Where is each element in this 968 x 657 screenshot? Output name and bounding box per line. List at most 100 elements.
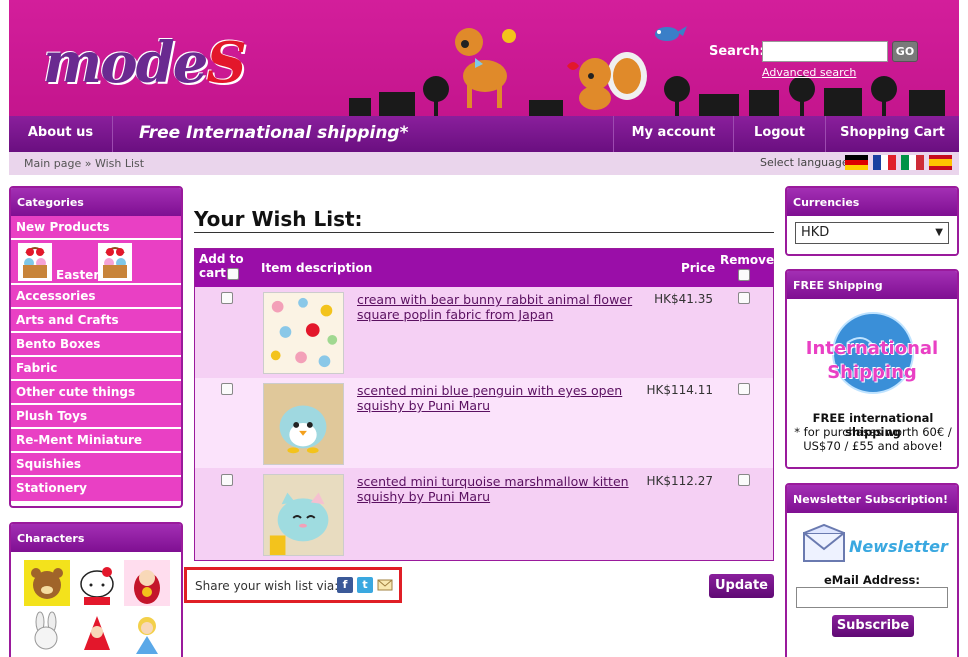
wishlist-row: scented mini blue penguin with eyes open… [195,378,773,468]
subscribe-button[interactable]: Subscribe [832,615,914,637]
hello-kitty-character-icon[interactable] [74,560,120,606]
email-icon[interactable] [377,577,393,593]
site-logo[interactable]: modeS [43,30,247,96]
bunny-character-icon[interactable] [24,610,70,656]
nav-free-shipping-promo[interactable]: Free International shipping* [139,116,408,151]
item-price: HK$114.11 [646,383,713,397]
col-add-to-cart: Add to cart [199,252,244,280]
currency-select[interactable]: HKD ▼ [795,222,949,244]
update-button[interactable]: Update [709,574,774,598]
product-thumbnail[interactable] [263,474,344,556]
house-silhouette [529,100,563,116]
category-squishies[interactable]: Squishies [11,453,181,477]
col-remove: Remove [720,253,775,267]
characters-title: Characters [11,524,181,552]
page: modeS Search: GO Advanced search About u… [0,0,968,657]
house-silhouette [699,94,739,116]
advanced-search-link[interactable]: Advanced search [762,66,856,79]
main-nav: About us Free International shipping* My… [9,116,959,152]
easter-basket-icon [98,243,132,281]
house-silhouette [909,90,945,116]
wishlist-table-header: Add to cart Item description Price Remov… [195,249,775,287]
col-price: Price [681,261,716,275]
alice-character-icon[interactable] [124,610,170,656]
category-stationery[interactable]: Stationery [11,477,181,501]
tree-silhouette [664,76,690,116]
title-divider [194,232,774,233]
search-input[interactable] [762,41,888,62]
nav-logout[interactable]: Logout [733,116,825,152]
matryoshka-character-icon[interactable] [124,560,170,606]
house-silhouette [824,88,862,116]
item-link[interactable]: scented mini turquoise marshmallow kitte… [357,474,637,504]
category-other-cute-things[interactable]: Other cute things [11,381,181,405]
category-plush-toys[interactable]: Plush Toys [11,405,181,429]
breadcrumb[interactable]: Main page » Wish List [24,157,144,170]
categories-box: Categories New Products Easter Accessori… [9,186,183,508]
currencies-title: Currencies [787,188,957,216]
category-re-ment-miniature[interactable]: Re-Ment Miniature [11,429,181,453]
col-item-description: Item description [261,261,373,275]
currency-selected-value: HKD [801,225,830,240]
fr-flag-icon[interactable] [873,155,896,170]
house-silhouette [749,90,779,116]
remove-checkbox[interactable] [738,292,750,304]
it-flag-icon[interactable] [901,155,924,170]
breadcrumb-bar: Main page » Wish List Select language: [9,152,959,175]
wishlist-table: Add to cart Item description Price Remov… [194,248,774,561]
rilakkuma-character-icon[interactable] [24,560,70,606]
house-silhouette [379,92,415,116]
item-link[interactable]: cream with bear bunny rabbit animal flow… [357,292,637,322]
banner-line-1: International [805,338,939,359]
category-arts-and-crafts[interactable]: Arts and Crafts [11,309,181,333]
add-to-cart-checkbox[interactable] [221,383,233,395]
item-price: HK$41.35 [654,292,713,306]
category-easter[interactable]: Easter [11,240,181,285]
wishlist-title: Your Wish List: [194,207,363,231]
category-easter-label: Easter [56,268,100,282]
envelope-icon [803,523,845,562]
category-new-products[interactable]: New Products [11,216,181,240]
categories-title: Categories [11,188,181,216]
red-riding-hood-character-icon[interactable] [74,610,120,656]
characters-box: Characters [9,522,183,657]
share-label: Share your wish list via: [195,579,339,593]
newsletter-banner: Newsletter [849,537,948,556]
item-link[interactable]: scented mini blue penguin with eyes open… [357,383,637,413]
product-thumbnail[interactable] [263,383,344,465]
currencies-box: Currencies HKD ▼ [785,186,959,256]
select-all-remove-checkbox[interactable] [738,269,750,281]
nav-shopping-cart[interactable]: Shopping Cart [825,116,959,152]
banner-line-2: Shipping [827,362,917,383]
house-silhouette [349,98,371,116]
item-price: HK$112.27 [646,474,713,488]
twitter-icon[interactable]: t [357,577,373,593]
wishlist-row: cream with bear bunny rabbit animal flow… [195,287,773,377]
nav-about-us[interactable]: About us [9,116,112,152]
share-wishlist-box: Share your wish list via: f t [184,567,402,603]
international-shipping-banner: International Shipping [787,337,957,385]
bird-illustration [655,26,687,41]
wishlist-row: scented mini turquoise marshmallow kitte… [195,469,773,559]
add-to-cart-checkbox[interactable] [221,292,233,304]
free-shipping-box: FREE Shipping International Shipping FRE… [785,269,959,469]
facebook-icon[interactable]: f [337,577,353,593]
tree-silhouette [789,76,815,116]
nav-my-account[interactable]: My account [613,116,733,152]
add-to-cart-checkbox[interactable] [221,474,233,486]
select-all-add-checkbox[interactable] [227,268,239,280]
category-list: New Products Easter Accessories Arts and… [11,216,181,501]
es-flag-icon[interactable] [929,155,952,170]
category-bento-boxes[interactable]: Bento Boxes [11,333,181,357]
free-shipping-title: FREE Shipping [787,271,957,299]
newsletter-email-input[interactable] [796,587,948,608]
search-go-button[interactable]: GO [892,41,918,62]
category-accessories[interactable]: Accessories [11,285,181,309]
squirrel-illustration [567,52,647,110]
remove-checkbox[interactable] [738,383,750,395]
deer-illustration [455,28,516,108]
category-fabric[interactable]: Fabric [11,357,181,381]
product-thumbnail[interactable] [263,292,344,374]
remove-checkbox[interactable] [738,474,750,486]
de-flag-icon[interactable] [845,155,868,170]
